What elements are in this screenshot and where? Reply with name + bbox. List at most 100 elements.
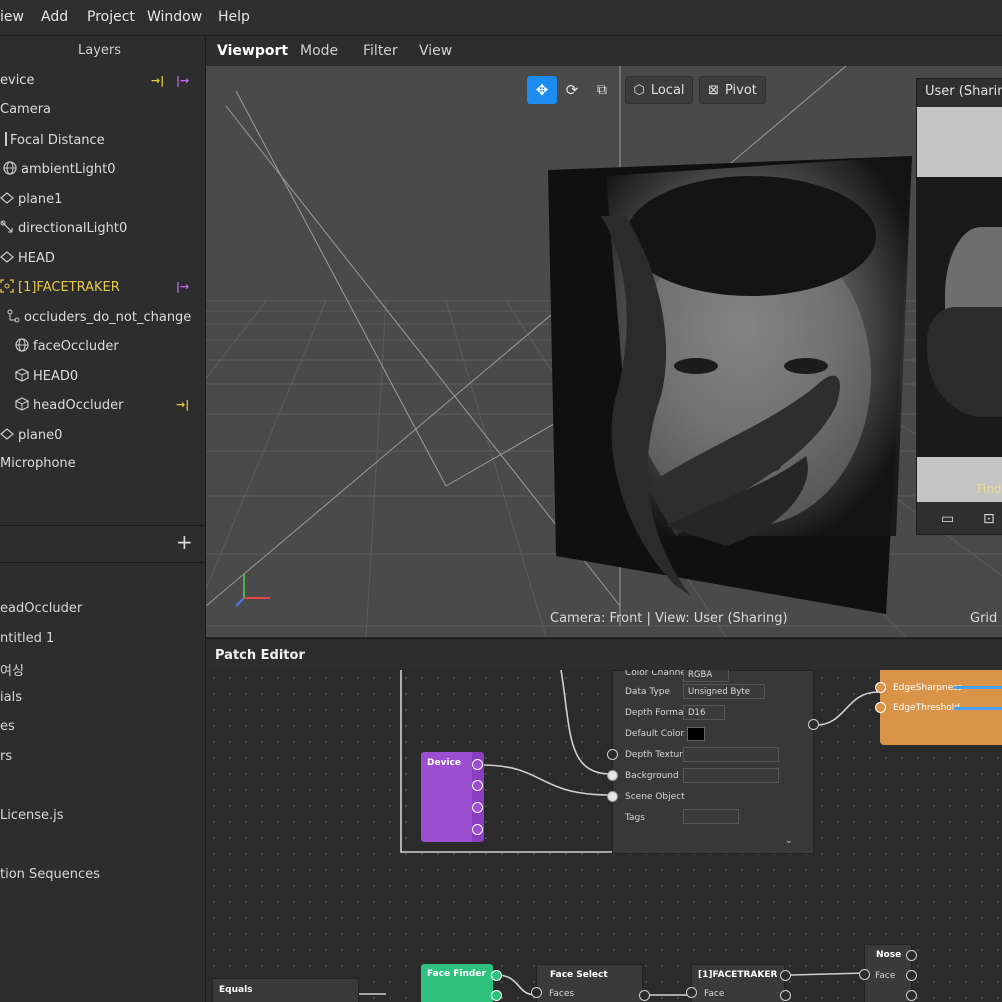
tree-item-camera[interactable]: Camera xyxy=(0,102,51,124)
tree-item-label: Microphone xyxy=(0,456,76,471)
tree-item-head[interactable]: HEAD xyxy=(0,250,55,272)
face-select-node[interactable]: Face Select Faces xyxy=(531,964,643,1002)
face-finder-output-port[interactable] xyxy=(491,970,502,981)
tree-item-facetraker[interactable]: [1]FACETRAKER xyxy=(0,279,120,301)
texture-node[interactable]: Color Channel RGBA Data Type Unsigned By… xyxy=(607,670,814,854)
tree-item-device[interactable]: evice xyxy=(0,73,34,95)
scene-object-port[interactable] xyxy=(607,791,618,802)
facetraker-node[interactable]: [1]FACETRAKER Face xyxy=(686,964,785,1002)
asset-item[interactable]: eadOccluder xyxy=(0,601,82,616)
face-finder-node[interactable]: Face Finder xyxy=(421,964,493,1002)
asset-item[interactable]: ntitled 1 xyxy=(0,631,54,646)
scene-panel: Layers evice →| |→ Camera Focal Distance… xyxy=(0,36,206,1002)
tree-item-head-occluder[interactable]: headOccluder xyxy=(15,397,123,419)
depth-texture-select[interactable] xyxy=(683,747,779,762)
add-asset-button[interactable]: + xyxy=(176,530,193,554)
face-finder-output-port[interactable] xyxy=(491,990,502,1001)
cube-icon xyxy=(15,397,29,411)
tab-view[interactable]: View xyxy=(419,43,452,59)
tree-item-head0[interactable]: HEAD0 xyxy=(15,368,78,390)
menu-window[interactable]: Window xyxy=(147,9,202,25)
texture-row-label: Background xyxy=(625,771,679,781)
device-output-port[interactable] xyxy=(472,759,483,770)
patch-editor-title: Patch Editor xyxy=(215,648,305,663)
tree-item-label: Focal Distance xyxy=(10,133,105,148)
assets-header: + xyxy=(0,526,205,563)
faces-input-port[interactable] xyxy=(531,987,542,998)
tree-item-plane1[interactable]: plane1 xyxy=(0,191,62,213)
facetraker-output-port[interactable] xyxy=(780,990,791,1001)
nose-output-port[interactable] xyxy=(906,990,917,1001)
default-color-swatch[interactable] xyxy=(687,727,705,741)
nose-output-port[interactable] xyxy=(906,970,917,981)
tree-item-directional-light[interactable]: directionalLight0 xyxy=(0,220,127,242)
menu-add[interactable]: Add xyxy=(41,9,68,25)
move-in-icon[interactable]: →| xyxy=(151,74,164,87)
move-icon: ✥ xyxy=(535,81,549,99)
pivot-button[interactable]: ⊠ Pivot xyxy=(699,76,766,104)
tree-item-focal-distance[interactable]: Focal Distance xyxy=(0,132,105,154)
device-output-port[interactable] xyxy=(472,824,483,835)
rotate-tool-button[interactable]: ⟳ xyxy=(557,76,587,104)
menu-project[interactable]: Project xyxy=(87,9,135,25)
tab-filter[interactable]: Filter xyxy=(363,43,398,59)
tab-mode[interactable]: Mode xyxy=(300,43,338,59)
move-in-icon[interactable]: →| xyxy=(176,398,189,411)
device-output-port[interactable] xyxy=(472,780,483,791)
face-input-port[interactable] xyxy=(686,987,697,998)
edge-sharpness-port[interactable] xyxy=(875,682,886,693)
edge-threshold-port[interactable] xyxy=(875,702,886,713)
tags-field[interactable] xyxy=(683,809,739,824)
simulator-preview[interactable]: Find xyxy=(917,107,1002,502)
menu-view[interactable]: iew xyxy=(0,9,24,25)
asset-item[interactable]: rs xyxy=(0,749,12,764)
background-select[interactable] xyxy=(683,768,779,783)
asset-item[interactable]: tion Sequences xyxy=(0,867,100,882)
tree-item-occluders[interactable]: occluders_do_not_change xyxy=(6,309,191,331)
tree-item-label: plane1 xyxy=(18,192,63,207)
color-channel-select[interactable]: RGBA xyxy=(683,670,729,682)
edge-sharpness-slider[interactable] xyxy=(954,686,1002,689)
edge-node[interactable]: EdgeSharpness EdgeThreshold xyxy=(875,670,1002,745)
tab-viewport[interactable]: Viewport xyxy=(217,43,288,59)
move-out-icon[interactable]: |→ xyxy=(176,74,189,87)
capture-icon[interactable]: ⊡ xyxy=(983,511,995,527)
nose-node[interactable]: Nose Face xyxy=(859,944,912,1002)
asset-item[interactable]: 여싱 xyxy=(0,660,24,679)
face-select-output-port[interactable] xyxy=(639,990,650,1001)
asset-item[interactable]: ials xyxy=(0,690,22,705)
patch-editor-header: Patch Editor xyxy=(206,638,1002,671)
menu-help[interactable]: Help xyxy=(218,9,250,25)
device-node[interactable]: Device xyxy=(421,752,474,842)
facetraker-node-title: [1]FACETRAKER xyxy=(698,970,778,980)
simulator-panel: User (Sharing Find ▭ ⊡ xyxy=(916,78,1002,535)
device-output-port[interactable] xyxy=(472,802,483,813)
tree-item-face-occluder[interactable]: faceOccluder xyxy=(15,338,119,360)
tree-item-plane0[interactable]: plane0 xyxy=(0,427,62,449)
background-port[interactable] xyxy=(607,770,618,781)
move-out-icon[interactable]: |→ xyxy=(176,280,189,293)
video-camera-icon[interactable]: ▭ xyxy=(941,511,954,527)
nose-face-input-port[interactable] xyxy=(859,969,870,980)
scale-tool-button[interactable]: ⧉ xyxy=(587,76,617,104)
edge-threshold-slider[interactable] xyxy=(954,707,1002,710)
texture-output-port[interactable] xyxy=(808,719,819,730)
facetraker-output-port[interactable] xyxy=(780,970,791,981)
data-type-select[interactable]: Unsigned Byte xyxy=(683,684,765,699)
equals-node[interactable]: Equals xyxy=(212,978,359,1002)
asset-item[interactable]: License.js xyxy=(0,808,64,823)
chevron-down-icon[interactable]: ⌄ xyxy=(785,836,793,846)
scene-viewport[interactable]: ✥ ⟳ ⧉ ⬡ Local ⊠ Pivot User (Sharing Find ▭… xyxy=(206,66,1002,637)
depth-format-select[interactable]: D16 xyxy=(683,705,725,720)
local-button[interactable]: ⬡ Local xyxy=(625,76,693,104)
patch-canvas[interactable]: Color Channel RGBA Data Type Unsigned By… xyxy=(206,670,1002,1002)
menu-bar: iew Add Project Window Help xyxy=(0,0,1002,36)
focal-distance-icon xyxy=(0,132,7,146)
tree-item-ambient-light[interactable]: ambientLight0 xyxy=(3,161,116,183)
asset-item[interactable]: es xyxy=(0,719,15,734)
move-tool-button[interactable]: ✥ xyxy=(527,76,557,104)
tree-item-microphone[interactable]: Microphone xyxy=(0,456,76,478)
nose-output-port[interactable] xyxy=(906,950,917,961)
depth-texture-port[interactable] xyxy=(607,749,618,760)
tab-layers[interactable]: Layers xyxy=(78,43,121,58)
